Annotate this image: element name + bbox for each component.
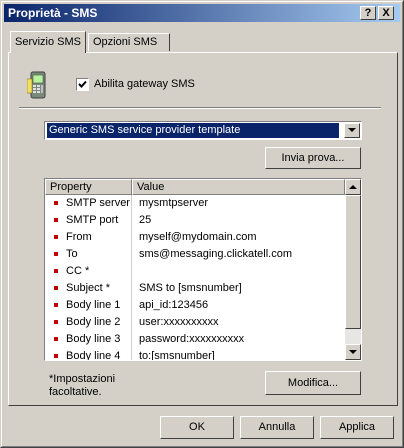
bullet-icon [54, 354, 58, 358]
bullet-icon [54, 337, 58, 341]
mobile-phone-icon [26, 71, 49, 99]
ok-button[interactable]: OK [160, 416, 234, 439]
table-row[interactable]: SMTP port 25 [45, 212, 345, 229]
table-row[interactable]: Body line 4 to:[smsnumber] [45, 348, 345, 360]
close-button[interactable]: X [378, 6, 394, 20]
bullet-icon [54, 286, 58, 290]
template-select[interactable]: Generic SMS service provider template [44, 121, 362, 140]
table-row[interactable]: Subject * SMS to [smsnumber] [45, 280, 345, 297]
cancel-button[interactable]: Annulla [240, 416, 314, 439]
table-row[interactable]: From myself@mydomain.com [45, 229, 345, 246]
properties-dialog: Proprietà - SMS ? X Servizio SMS Opzioni… [0, 0, 404, 448]
chevron-down-icon [348, 128, 356, 132]
enable-gateway-checkbox[interactable] [76, 78, 89, 91]
bullet-icon [54, 218, 58, 222]
bullet-icon [54, 303, 58, 307]
tab-servizio-sms[interactable]: Servizio SMS [10, 31, 86, 53]
table-row[interactable]: To sms@messaging.clickatell.com [45, 246, 345, 263]
column-header-property[interactable]: Property [45, 179, 132, 195]
bullet-icon [54, 201, 58, 205]
send-test-button[interactable]: Invia prova... [265, 147, 361, 169]
separator [19, 107, 381, 109]
scroll-down-button[interactable] [345, 344, 361, 360]
tab-opzioni-sms[interactable]: Opzioni SMS [88, 33, 170, 51]
window-title: Proprietà - SMS [8, 6, 98, 20]
column-header-value[interactable]: Value [132, 179, 345, 195]
table-row[interactable]: CC * [45, 263, 345, 280]
table-row[interactable]: Body line 2 user:xxxxxxxxxx [45, 314, 345, 331]
table-row[interactable]: Body line 1 api_id:123456 [45, 297, 345, 314]
bullet-icon [54, 269, 58, 273]
template-select-value: Generic SMS service provider template [47, 123, 339, 138]
scrollbar-thumb[interactable] [345, 195, 361, 329]
bullet-icon [54, 252, 58, 256]
table-header: Property Value [45, 179, 345, 195]
bullet-icon [54, 320, 58, 324]
table-rows: SMTP server mysmtpserver SMTP port 25 From… [45, 195, 345, 360]
table-row[interactable]: SMTP server mysmtpserver [45, 195, 345, 212]
edit-button[interactable]: Modifica... [265, 371, 361, 395]
enable-gateway-label[interactable]: Abilita gateway SMS [94, 78, 195, 90]
bullet-icon [54, 235, 58, 239]
scroll-up-button[interactable] [345, 179, 361, 195]
apply-button[interactable]: Applica [320, 416, 394, 439]
arrow-up-icon [349, 185, 357, 189]
title-bar[interactable]: Proprietà - SMS ? X [4, 4, 400, 22]
table-row[interactable]: Body line 3 password:xxxxxxxxxx [45, 331, 345, 348]
dropdown-arrow-button[interactable] [344, 123, 360, 138]
properties-table[interactable]: Property Value SMTP server mysmtpserver S… [44, 178, 362, 361]
optional-settings-note: *Impostazioni facoltative. [49, 373, 116, 398]
help-button[interactable]: ? [360, 6, 376, 20]
checkmark-icon [78, 80, 87, 88]
vertical-scrollbar[interactable] [345, 179, 361, 360]
arrow-down-icon [349, 350, 357, 354]
